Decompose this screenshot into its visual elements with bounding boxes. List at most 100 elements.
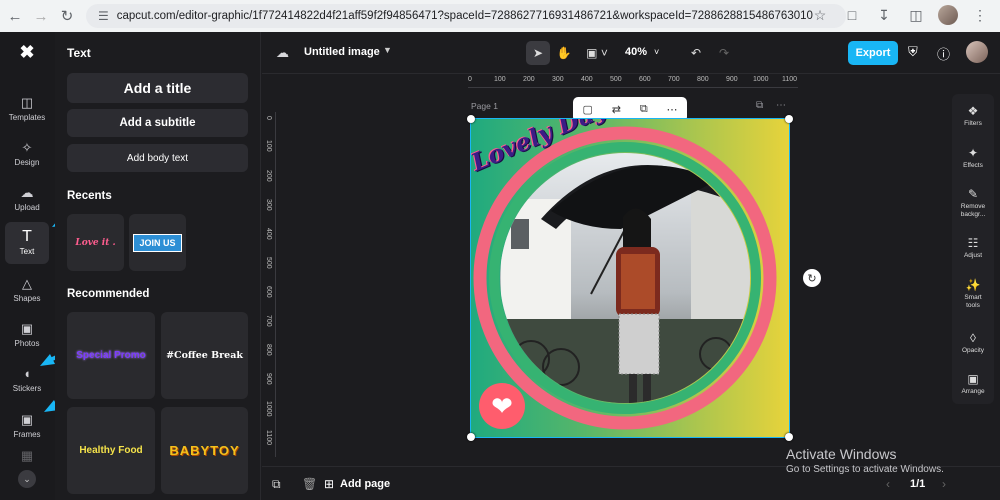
chevron-down-icon[interactable]: ▼ (383, 45, 392, 55)
ruler-tick: 500 (265, 257, 272, 269)
rail-item-shapes[interactable]: △ Shapes (5, 269, 49, 311)
recommended-text-thumb[interactable]: Special Promo (67, 312, 155, 399)
trash-icon[interactable]: 🗑 (302, 477, 317, 491)
tool-effects[interactable]: ✦ Effects (952, 146, 994, 170)
address-bar[interactable]: ☰ capcut.com/editor-graphic/1f772414822d… (86, 4, 846, 28)
hand-tool-icon[interactable]: ✋ (552, 41, 576, 65)
tool-remove-background[interactable]: ✎ Remove backgr... (952, 187, 994, 218)
recommended-text-thumb[interactable]: BABYTOY (161, 407, 248, 494)
add-title-button[interactable]: Add a title (67, 73, 248, 103)
add-page-icon[interactable]: ⊞ (324, 477, 334, 491)
select-tool-icon[interactable]: ➤ (526, 41, 550, 65)
avatar[interactable] (966, 41, 988, 63)
add-page-button[interactable]: Add page (340, 478, 390, 490)
shield-icon[interactable]: ⛨ (908, 44, 918, 60)
duplicate-page-icon[interactable]: ⧉ (756, 100, 763, 111)
ruler-tick: 200 (523, 76, 535, 83)
rotate-icon[interactable]: ↻ (803, 269, 821, 287)
zoom-level[interactable]: 40% (625, 46, 647, 58)
ruler-tick: 1100 (265, 430, 272, 446)
resize-handle[interactable] (467, 115, 475, 123)
pages-icon[interactable]: ⧉ (272, 477, 281, 492)
chevron-down-icon[interactable]: ⌄ (18, 470, 36, 488)
recent-text-thumb[interactable]: Love it . (67, 214, 124, 271)
redo-icon[interactable]: ↷ (712, 41, 736, 65)
recent-text-thumb[interactable]: JOIN US (129, 214, 186, 271)
rail-item-upload[interactable]: ☁ Upload (5, 178, 49, 220)
resize-handle[interactable] (785, 115, 793, 123)
chevron-down-icon[interactable]: ˅ (654, 47, 659, 57)
document-title[interactable]: Untitled image (304, 46, 380, 58)
download-icon[interactable]: ↧ (874, 5, 894, 25)
grid-icon: ▦ (20, 447, 34, 463)
replace-icon[interactable]: ⇄ (612, 103, 621, 116)
add-subtitle-button[interactable]: Add a subtitle (67, 109, 248, 137)
adjust-icon: ☷ (967, 236, 979, 250)
ruler-tick: 300 (265, 199, 272, 211)
recents-heading: Recents (67, 190, 112, 202)
rail-label: Templates (8, 113, 46, 122)
layout-icon[interactable]: ▣ ˅ (582, 41, 612, 65)
tool-opacity[interactable]: ◊ Opacity (952, 331, 994, 355)
undo-icon[interactable]: ↶ (684, 41, 708, 65)
rail-label: Text (19, 247, 35, 256)
browser-actions: ☆ □ ↧ ◫ ⋮ (810, 5, 990, 25)
recommended-text-thumb[interactable]: #Coffee Break (161, 312, 248, 399)
thumb-text: Love it . (75, 237, 116, 248)
help-icon[interactable]: ⓘ (937, 44, 950, 63)
site-settings-icon[interactable]: ☰ (98, 9, 109, 23)
page-indicator: 1/1 (910, 478, 926, 490)
duplicate-icon[interactable]: ⧉ (640, 103, 648, 116)
chevron-left-icon[interactable]: ‹ (886, 477, 890, 491)
arrow-left-icon[interactable]: ← (4, 5, 26, 27)
extensions-icon[interactable]: □ (842, 5, 862, 25)
url-text: capcut.com/editor-graphic/1f772414822d4f… (116, 10, 813, 22)
ruler-tick: 500 (610, 76, 622, 83)
recommended-text-thumb[interactable]: Healthy Food (67, 407, 155, 494)
bookmark-star-icon[interactable]: ☆ (810, 5, 830, 25)
rail-item-templates[interactable]: ◫ Templates (5, 88, 49, 130)
ruler-tick: 600 (639, 76, 651, 83)
ruler-tick: 0 (265, 116, 272, 120)
heart-icon[interactable]: ❤ (479, 383, 525, 429)
ruler-tick: 100 (494, 76, 506, 83)
right-tool-panel: ❖ Filters ✦ Effects ✎ Remove backgr... ☷… (952, 94, 994, 404)
editor-topbar: ☁ Untitled image ▼ ➤ ✋ ▣ ˅ 40% ˅ ↶ ↷ Exp… (262, 32, 1000, 74)
rail-label: Frames (13, 430, 41, 439)
tool-smart-tools[interactable]: ✨ Smart tools (952, 278, 994, 309)
rail-label: Shapes (13, 294, 41, 303)
ruler-tick: 800 (697, 76, 709, 83)
crop-icon[interactable]: ▢ (582, 103, 592, 116)
rail-label: Design (14, 158, 40, 167)
menu-dots-icon[interactable]: ⋮ (970, 5, 990, 25)
rail-item-design[interactable]: ✧ Design (5, 133, 49, 175)
page-more-icon[interactable]: ⋯ (776, 100, 786, 111)
chevron-right-icon[interactable]: › (942, 477, 946, 491)
frames-icon: ▣ (20, 412, 34, 427)
tool-arrange[interactable]: ▣ Arrange (952, 372, 994, 396)
tool-filters[interactable]: ❖ Filters (952, 104, 994, 128)
cloud-sync-icon: ☁ (276, 45, 289, 60)
photos-icon: ▣ (20, 321, 34, 336)
add-body-text-button[interactable]: Add body text (67, 144, 248, 172)
resize-handle[interactable] (785, 433, 793, 441)
browser-profile-avatar[interactable] (938, 5, 958, 25)
arrow-right-icon[interactable]: → (30, 5, 52, 27)
rail-label: Upload (14, 203, 40, 212)
reload-icon[interactable]: ↻ (56, 5, 78, 27)
panel-title: Text (67, 46, 91, 60)
more-icon[interactable]: ⋯ (667, 103, 678, 116)
export-button[interactable]: Export (848, 41, 898, 65)
resize-handle[interactable] (467, 433, 475, 441)
artboard[interactable]: Lovely Day ❤ (470, 118, 790, 438)
tool-adjust[interactable]: ☷ Adjust (952, 236, 994, 260)
ruler-tick: 400 (581, 76, 593, 83)
sidebar-icon[interactable]: ◫ (906, 5, 926, 25)
rail-item-more[interactable]: ▦ (5, 447, 49, 464)
rail-item-text[interactable]: T Text (5, 222, 49, 264)
tool-label: Remove backgr... (960, 203, 986, 218)
arrange-icon: ▣ (967, 372, 979, 386)
upload-icon: ☁ (20, 185, 34, 200)
ruler-tick: 900 (726, 76, 738, 83)
capcut-logo-icon[interactable]: ✖ (14, 42, 40, 62)
